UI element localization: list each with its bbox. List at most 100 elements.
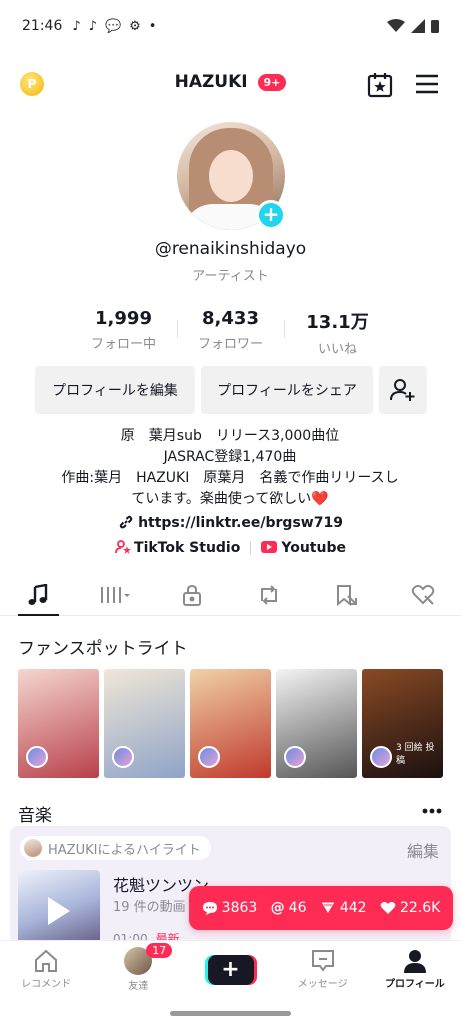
add-friend-button[interactable] bbox=[379, 366, 427, 414]
fan-video-thumb[interactable]: 3 回絵 投稿 bbox=[362, 669, 443, 778]
account-name: HAZUKI bbox=[174, 72, 248, 92]
profile-actions: プロフィールを編集 プロフィールをシェア bbox=[35, 366, 427, 414]
stat-following[interactable]: 1,999 フォロー中 bbox=[70, 308, 177, 357]
add-user-icon bbox=[390, 379, 415, 401]
stat-value: 1,999 bbox=[95, 308, 152, 329]
nav-friends[interactable]: 17 友達 bbox=[92, 941, 184, 998]
status-time: 21:46 bbox=[22, 18, 63, 34]
bio-line: 作曲:葉月 HAZUKI 原葉月 名義で作曲リリースし bbox=[61, 470, 399, 486]
bottom-nav: レコメンド 17 友達 + メッセージ プロフィール bbox=[0, 940, 461, 998]
studio-icon bbox=[115, 540, 132, 554]
track-video-count: 19 件の動画 bbox=[113, 900, 186, 915]
at-icon: @ bbox=[270, 900, 285, 916]
nav-label: メッセージ bbox=[297, 979, 348, 990]
profile-icon bbox=[403, 950, 426, 973]
repost-icon bbox=[260, 584, 277, 605]
bio-line: JASRAC登録1,470曲 bbox=[163, 449, 297, 465]
add-avatar-icon[interactable]: + bbox=[256, 200, 286, 230]
grid-filter-icon bbox=[101, 586, 131, 603]
activity-notification[interactable]: 3863 @ 46 442 22.6K bbox=[189, 886, 453, 930]
creator-avatar bbox=[198, 746, 220, 768]
line-icon: 💬 bbox=[104, 18, 122, 34]
create-button[interactable]: + bbox=[207, 954, 254, 985]
music-section-title: 音楽 bbox=[18, 806, 52, 826]
tiktok-studio-link[interactable]: TikTok Studio bbox=[115, 540, 240, 556]
divider bbox=[250, 541, 252, 555]
account-badge: 9+ bbox=[257, 73, 287, 91]
studio-label: TikTok Studio bbox=[134, 540, 241, 556]
home-indicator[interactable] bbox=[170, 1011, 291, 1016]
nav-label: レコメンド bbox=[21, 979, 72, 990]
calendar-star-icon[interactable] bbox=[367, 72, 393, 98]
wifi-icon bbox=[387, 19, 405, 32]
music-note-icon bbox=[28, 583, 48, 605]
inbox-icon bbox=[311, 950, 334, 972]
creator-avatar bbox=[112, 746, 134, 768]
stat-label: いいね bbox=[317, 342, 357, 357]
link-icon bbox=[119, 515, 133, 529]
bio-line: 原 葉月sub リリース3,000曲位 bbox=[120, 428, 340, 444]
heart-icon bbox=[380, 902, 396, 914]
nav-label: プロフィール bbox=[385, 979, 445, 990]
battery-icon bbox=[431, 20, 439, 33]
content-tabs bbox=[0, 574, 461, 616]
tab-private[interactable] bbox=[154, 574, 231, 615]
stat-followers[interactable]: 8,433 フォロワー bbox=[177, 308, 284, 357]
tiktok-icon: ♪ bbox=[72, 18, 81, 34]
liked-heart-icon bbox=[411, 584, 434, 605]
signal-icon bbox=[411, 19, 425, 33]
tab-liked[interactable] bbox=[384, 574, 461, 615]
profile-stats: 1,999 フォロー中 8,433 フォロワー 13.1万 いいね bbox=[70, 308, 391, 357]
username: @renaikinshidayo bbox=[154, 239, 307, 259]
more-icon[interactable] bbox=[422, 808, 442, 814]
share-profile-button[interactable]: プロフィールをシェア bbox=[201, 366, 373, 414]
nav-create[interactable]: + bbox=[184, 941, 276, 998]
notification-icons: ♪ ♪ 💬 ⚙ • bbox=[72, 19, 156, 34]
status-right-icons bbox=[387, 19, 439, 33]
tiktok-icon: ♪ bbox=[88, 18, 97, 34]
fan-video-thumb[interactable] bbox=[276, 669, 357, 778]
creator-avatar bbox=[370, 746, 392, 768]
stat-value: 8,433 bbox=[202, 308, 259, 329]
fan-video-thumb[interactable] bbox=[104, 669, 185, 778]
nav-profile[interactable]: プロフィール bbox=[369, 941, 461, 998]
highlight-pill: HAZUKIによるハイライト bbox=[20, 836, 211, 860]
likes-count: 22.6K bbox=[380, 900, 440, 916]
stat-likes[interactable]: 13.1万 いいね bbox=[284, 308, 391, 357]
shares-count: 442 bbox=[319, 900, 367, 916]
menu-icon[interactable] bbox=[415, 74, 439, 94]
stat-value: 13.1万 bbox=[306, 312, 369, 333]
edit-highlight-button[interactable]: 編集 bbox=[407, 838, 439, 862]
stat-label: フォロー中 bbox=[90, 337, 156, 352]
fans-spotlight-title: ファンスポットライト bbox=[18, 639, 188, 659]
nav-home[interactable]: レコメンド bbox=[0, 941, 92, 998]
stat-label: フォロワー bbox=[197, 337, 263, 352]
share-arrow-icon bbox=[319, 901, 336, 915]
lock-icon bbox=[183, 584, 202, 606]
comments-count: 3863 bbox=[202, 900, 257, 916]
mentions-value: 46 bbox=[288, 900, 307, 916]
profile-link[interactable]: https://linktr.ee/brgsw719 bbox=[0, 514, 461, 531]
bio: 原 葉月sub リリース3,000曲位 JASRAC登録1,470曲 作曲:葉月… bbox=[30, 426, 430, 510]
fans-spotlight-row: 3 回絵 投稿 bbox=[18, 669, 443, 778]
status-bar: 21:46 ♪ ♪ 💬 ⚙ • bbox=[0, 0, 461, 52]
highlight-label: HAZUKIによるハイライト bbox=[48, 842, 201, 858]
dot-icon: • bbox=[148, 18, 157, 34]
tab-favorites[interactable] bbox=[307, 574, 384, 615]
edit-profile-button[interactable]: プロフィールを編集 bbox=[35, 366, 195, 414]
nav-label: 友達 bbox=[128, 981, 149, 992]
tab-videos[interactable] bbox=[77, 574, 154, 615]
top-bar: P HAZUKI 9+ bbox=[0, 62, 461, 106]
bookmark-icon bbox=[336, 584, 357, 606]
tab-reposts[interactable] bbox=[230, 574, 307, 615]
youtube-link[interactable]: Youtube bbox=[261, 540, 346, 556]
comment-icon bbox=[202, 901, 217, 915]
tab-music[interactable] bbox=[0, 574, 77, 616]
fan-video-thumb[interactable] bbox=[190, 669, 271, 778]
fan-video-thumb[interactable] bbox=[18, 669, 99, 778]
nav-inbox[interactable]: メッセージ bbox=[277, 941, 369, 998]
youtube-label: Youtube bbox=[281, 540, 346, 556]
link-text: https://linktr.ee/brgsw719 bbox=[138, 515, 343, 531]
home-icon bbox=[35, 949, 58, 972]
creator-avatar bbox=[26, 746, 48, 768]
